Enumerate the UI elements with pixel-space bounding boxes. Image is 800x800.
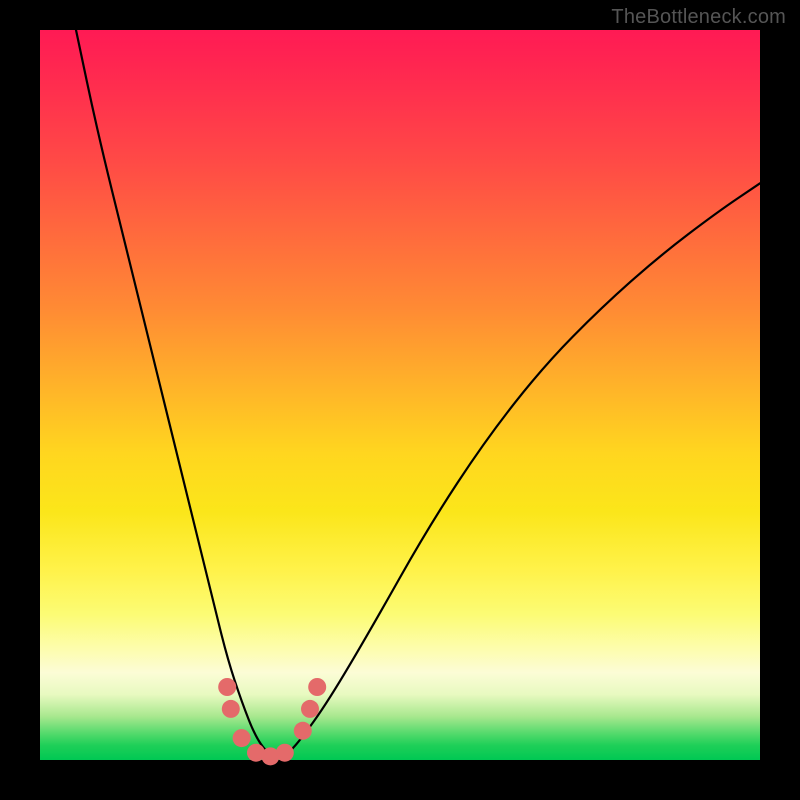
watermark-text: TheBottleneck.com bbox=[611, 6, 786, 29]
bottleneck-curve bbox=[76, 30, 760, 756]
trough-marker bbox=[222, 700, 240, 718]
chart-frame: TheBottleneck.com bbox=[0, 0, 800, 800]
trough-marker bbox=[301, 700, 319, 718]
curve-svg bbox=[40, 30, 760, 760]
trough-marker bbox=[218, 678, 236, 696]
trough-marker bbox=[233, 729, 251, 747]
trough-markers bbox=[218, 678, 326, 765]
trough-marker bbox=[308, 678, 326, 696]
trough-marker bbox=[294, 722, 312, 740]
trough-marker bbox=[276, 744, 294, 762]
bottleneck-curve-path bbox=[76, 30, 760, 756]
plot-area bbox=[40, 30, 760, 760]
